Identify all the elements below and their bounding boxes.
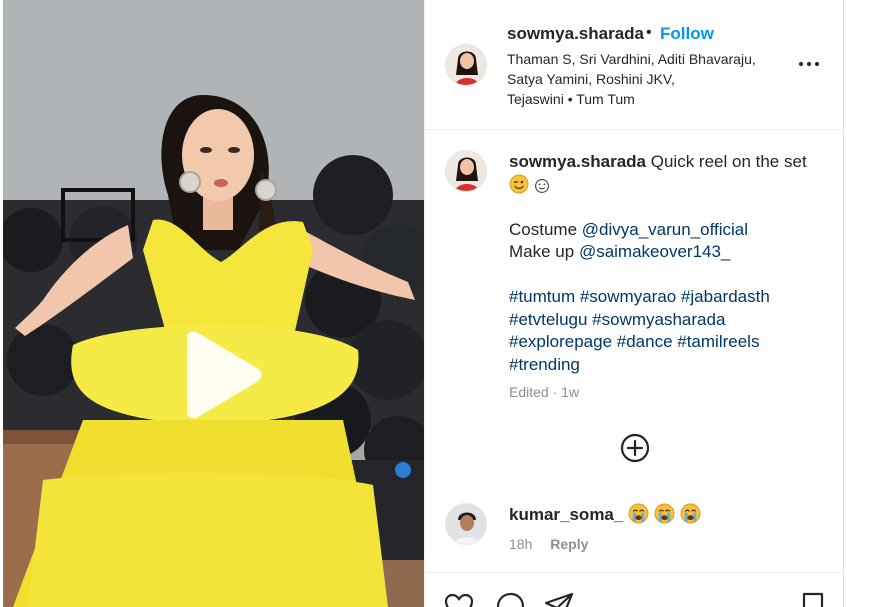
hashtags-line-2[interactable]: #etvtelugu #sowmyasharada	[509, 309, 829, 332]
caption-meta: Edited · 1w	[509, 384, 579, 400]
tagged-people[interactable]: Thaman S, Sri Vardhini, Aditi Bhavaraju,…	[507, 49, 782, 109]
hashtags-line-4[interactable]: #trending	[509, 354, 829, 377]
tagged-line-3: Tejaswini • Tum Tum	[507, 91, 635, 107]
tagged-line-2: Satya Yamini, Roshini JKV,	[507, 71, 675, 87]
edited-label: Edited	[509, 384, 549, 400]
caption-username[interactable]: sowmya.sharada	[509, 152, 646, 171]
costume-label: Costume	[509, 219, 578, 239]
reel-video-frame	[3, 0, 424, 607]
smiling-face-emoji	[534, 178, 549, 193]
instagram-post-modal: sowmya.sharada • Follow Thaman S, Sri Va…	[0, 0, 895, 607]
crying-face-emoji	[654, 503, 675, 524]
author-avatar[interactable]	[445, 44, 487, 86]
post-age[interactable]: 1w	[561, 384, 579, 400]
reel-video[interactable]	[3, 0, 424, 607]
crying-face-emoji	[680, 503, 701, 524]
makeup-mention-link[interactable]: @saimakeover143_	[579, 242, 730, 261]
winking-face-emoji	[509, 174, 529, 193]
post-actions-bar	[425, 572, 845, 607]
makeup-label: Make up	[509, 242, 575, 261]
tagged-line-1: Thaman S, Sri Vardhini, Aditi Bhavaraju,	[507, 51, 756, 67]
heart-icon[interactable]	[443, 591, 475, 607]
comment-username[interactable]: kumar_soma_	[509, 505, 623, 524]
comment-age[interactable]: 18h	[509, 536, 532, 552]
comment-meta: 18h Reply	[509, 536, 588, 552]
meta-dot: ·	[552, 384, 558, 400]
reply-button[interactable]: Reply	[550, 536, 588, 552]
bookmark-icon[interactable]	[797, 591, 829, 607]
commenter-avatar[interactable]	[445, 503, 487, 545]
hashtags-line-1[interactable]: #tumtum #sowmyarao #jabardasth	[509, 286, 829, 309]
post-header: sowmya.sharada • Follow Thaman S, Sri Va…	[425, 0, 845, 130]
comment-text: kumar_soma_	[509, 503, 701, 525]
caption-body: Quick reel on the set	[650, 152, 807, 171]
costume-mention-link[interactable]: @divya_varun_official	[582, 220, 748, 239]
plus-circle-icon[interactable]	[618, 431, 652, 465]
send-icon[interactable]	[543, 591, 575, 607]
caption-author-avatar[interactable]	[445, 150, 487, 192]
post-details-panel: sowmya.sharada • Follow Thaman S, Sri Va…	[424, 0, 845, 607]
play-icon[interactable]	[177, 330, 267, 420]
follow-button[interactable]: Follow	[660, 24, 714, 44]
author-username[interactable]: sowmya.sharada	[507, 24, 644, 44]
caption-text: sowmya.sharada Quick reel on the set Cos…	[509, 151, 829, 376]
comment-icon[interactable]	[495, 591, 527, 607]
crying-face-emoji	[628, 503, 649, 524]
hashtags-line-3[interactable]: #explorepage #dance #tamilreels	[509, 331, 829, 354]
header-separator: •	[646, 24, 652, 41]
more-horizontal-icon[interactable]	[797, 54, 821, 74]
